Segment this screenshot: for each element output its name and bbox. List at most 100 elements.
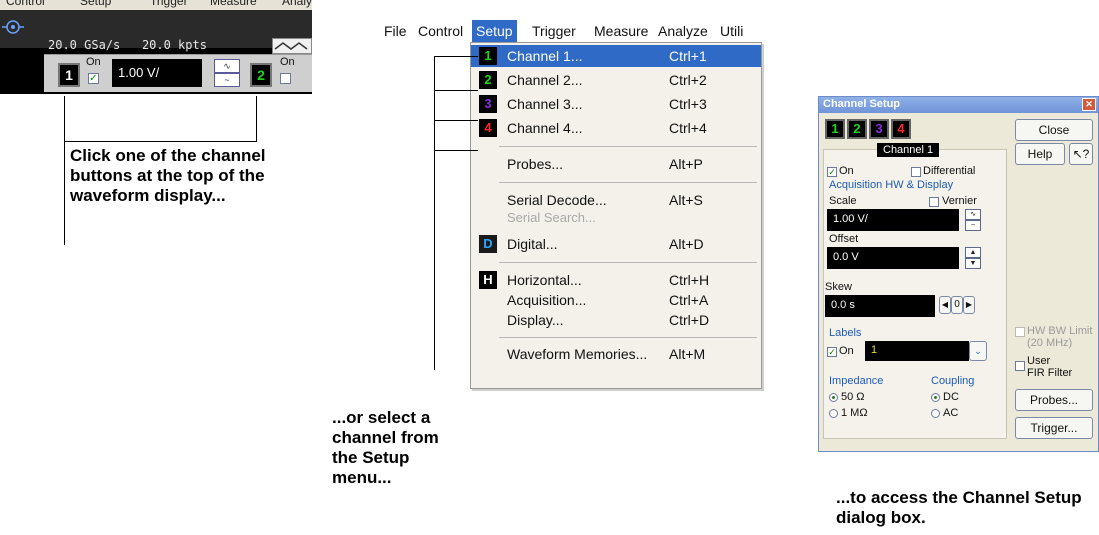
labels-on-label: On [839,345,854,357]
vernier-checkbox[interactable] [929,197,939,207]
scope-menubar: Control Setup Trigger Measure Analy [0,0,312,10]
fir-filter-label: FIR Filter [1027,367,1073,379]
chevron-down-icon[interactable]: ⌄ [969,341,987,361]
menu-item-label: Serial Search... [507,210,596,225]
label-select[interactable]: 1 [865,341,969,361]
menu-item-digital[interactable]: D Digital... Alt+D [471,233,761,255]
scale-down-icon[interactable]: ~ [214,73,240,87]
coupling-ac-radio[interactable] [931,409,940,418]
channel-3-icon: 3 [479,95,497,113]
menu-item-label: Waveform Memories... [507,346,648,362]
menu-setup[interactable]: Setup [80,0,111,8]
scale-up-icon[interactable]: ∿ [214,59,240,73]
tab-channel-2[interactable]: 2 [847,119,867,139]
skew-field[interactable]: 0.0 s [825,295,935,317]
menu-leader-vertical [434,56,435,370]
menu-item-channel-4[interactable]: 4 Channel 4... Ctrl+4 [471,117,761,139]
ch2-on-checkbox[interactable] [280,73,291,84]
menu-measure[interactable]: Measure [210,0,257,8]
menu-analyze[interactable]: Analyze [654,20,712,42]
scale-field[interactable]: 1.00 V/ [827,209,959,231]
arrow-down-icon[interactable]: ▼ [965,258,981,269]
menu-item-channel-3[interactable]: 3 Channel 3... Ctrl+3 [471,93,761,115]
menu-item-shortcut: Alt+P [669,156,703,172]
caption-setup-menu: ...or select a channel from the Setup me… [332,408,439,487]
dialog-titlebar: Channel Setup ✕ [819,97,1098,113]
main-menubar: File Control Setup Trigger Measure Analy… [374,20,764,42]
imp-50-label: 50 Ω [841,391,865,403]
channel-2-button[interactable]: 2 [250,63,272,87]
scale-stepper[interactable]: ∿ ~ [965,209,981,231]
labels-on-checkbox[interactable]: ✓ [827,347,837,357]
dialog-body: 1 2 3 4 Close Help ↖? Channel 1 ✓ On Dif… [819,113,1098,451]
menu-leader-ch4 [434,150,478,151]
menu-control[interactable]: Control [6,0,45,8]
channel-2-icon: 2 [479,71,497,89]
menu-analyze[interactable]: Analy [282,0,312,8]
menu-leader-ch2 [434,90,478,91]
waveform-thumbnail-icon[interactable] [272,38,312,54]
skew-right-icon[interactable]: ▶ [963,296,975,314]
setup-menu-dropdown: 1 Channel 1... Ctrl+1 2 Channel 2... Ctr… [470,42,762,389]
scale-up-icon[interactable]: ∿ [965,209,981,220]
differential-label: Differential [923,165,976,177]
ch1-on-checkbox[interactable]: ✓ [88,73,99,84]
caption1-leader [64,141,65,245]
menu-item-channel-2[interactable]: 2 Channel 2... Ctrl+2 [471,69,761,91]
close-icon[interactable]: ✕ [1082,98,1096,111]
menu-control[interactable]: Control [414,20,467,42]
menu-setup[interactable]: Setup [472,20,517,42]
scale-down-icon[interactable]: ~ [965,220,981,231]
menu-item-horizontal[interactable]: H Horizontal... Ctrl+H [471,269,761,291]
close-button[interactable]: Close [1015,119,1093,141]
menu-item-shortcut: Ctrl+D [669,312,710,328]
skew-left-icon[interactable]: ◀ [939,296,951,314]
coupling-dc-radio[interactable] [931,393,940,402]
menu-leader-ch3 [434,120,478,121]
menu-item-waveform-memories[interactable]: Waveform Memories... Alt+M [471,343,761,365]
on-checkbox[interactable]: ✓ [827,167,837,177]
differential-checkbox[interactable] [911,167,921,177]
vernier-label: Vernier [942,195,977,207]
menu-utilities[interactable]: Utili [716,20,747,42]
menu-trigger[interactable]: Trigger [150,0,188,8]
user-fir-checkbox[interactable] [1015,361,1025,371]
menu-measure[interactable]: Measure [590,20,652,42]
offset-field[interactable]: 0.0 V [827,247,959,269]
coup-dc-label: DC [943,391,959,403]
menu-item-label: Channel 1... [507,48,583,64]
menu-item-probes[interactable]: Probes... Alt+P [471,153,761,175]
ch2-on-label: On [280,56,295,68]
dialog-title: Channel Setup [823,98,901,110]
coupling-label: Coupling [931,375,975,387]
arrow-up-icon[interactable]: ▲ [965,247,981,258]
probes-button[interactable]: Probes... [1015,389,1093,411]
menu-item-channel-1[interactable]: 1 Channel 1... Ctrl+1 [471,45,761,67]
menu-separator [499,262,757,263]
menu-item-label: Serial Decode... [507,192,607,208]
menu-separator [499,182,757,183]
ch1-scale-stepper[interactable]: ∿ ~ [214,59,240,87]
ch1-scale-field[interactable]: 1.00 V/ [112,59,202,87]
help-button[interactable]: Help [1015,143,1065,165]
tab-channel-1[interactable]: 1 [825,119,845,139]
offset-stepper[interactable]: ▲ ▼ [965,247,981,269]
tab-channel-4[interactable]: 4 [891,119,911,139]
trigger-button[interactable]: Trigger... [1015,417,1093,439]
channel-1-button[interactable]: 1 [58,63,80,87]
context-help-icon[interactable]: ↖? [1069,143,1093,165]
impedance-50-radio[interactable] [829,393,838,402]
menu-file[interactable]: File [380,20,411,42]
menu-item-shortcut: Alt+D [669,236,704,252]
tab-channel-3[interactable]: 3 [869,119,889,139]
menu-trigger[interactable]: Trigger [528,20,580,42]
menu-item-acquisition[interactable]: Acquisition... Ctrl+A [471,289,761,311]
impedance-1m-radio[interactable] [829,409,838,418]
menu-item-display[interactable]: Display... Ctrl+D [471,309,761,331]
hw-bw-limit-checkbox[interactable] [1015,327,1025,337]
menu-item-shortcut: Ctrl+1 [669,48,707,64]
skew-step-value[interactable]: 0 [951,296,963,314]
bracket-right [256,96,257,142]
ch1-on-label: On [86,56,101,68]
sample-rate: 20.0 GSa/s [48,38,121,52]
